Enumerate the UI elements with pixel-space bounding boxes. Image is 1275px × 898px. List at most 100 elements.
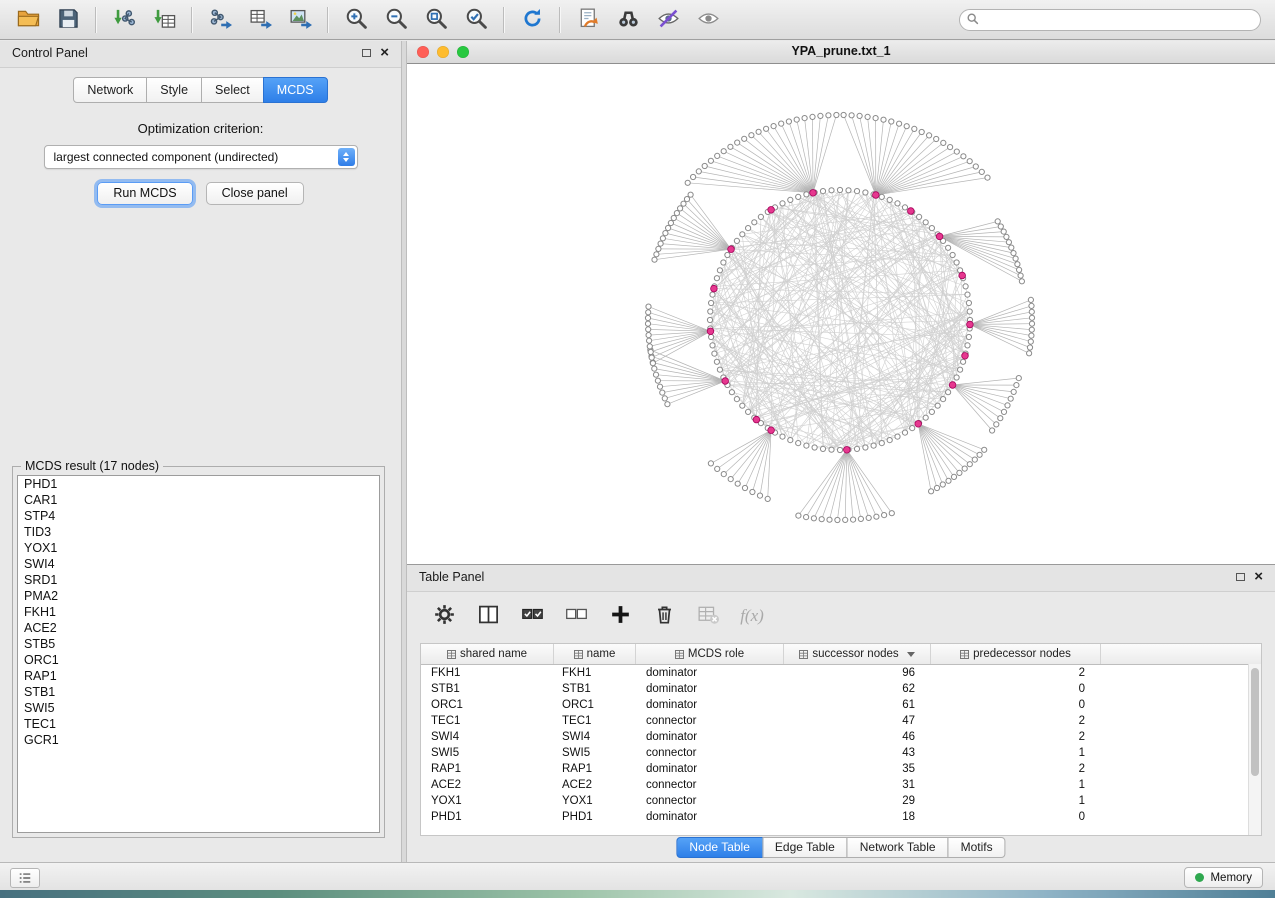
table-cell: RAP1 — [554, 763, 636, 775]
open-button[interactable] — [8, 3, 48, 37]
tab-network-table[interactable]: Network Table — [847, 837, 949, 858]
hide-selected-button[interactable] — [648, 3, 688, 37]
clipboard-share-button[interactable] — [568, 3, 608, 37]
list-item[interactable]: STB5 — [18, 636, 379, 652]
float-table-panel-icon[interactable] — [1236, 573, 1245, 581]
tab-node-table[interactable]: Node Table — [676, 837, 763, 858]
table-scrollbar[interactable] — [1248, 664, 1261, 835]
export-table-button[interactable] — [240, 3, 280, 37]
zoom-selected-button[interactable] — [456, 3, 496, 37]
table-row[interactable]: FKH1FKH1dominator962 — [421, 665, 1261, 681]
window-minimize-icon[interactable] — [437, 46, 449, 58]
tab-network[interactable]: Network — [73, 77, 147, 103]
list-item[interactable]: PHD1 — [18, 476, 379, 492]
column-header-MCDS-role[interactable]: MCDS role — [636, 644, 784, 664]
window-close-icon[interactable] — [417, 46, 429, 58]
search-network-button[interactable] — [608, 3, 648, 37]
function-icon: f(x) — [740, 606, 764, 626]
table-row[interactable]: RAP1RAP1dominator352 — [421, 761, 1261, 777]
list-item[interactable]: CAR1 — [18, 492, 379, 508]
list-item[interactable]: FKH1 — [18, 604, 379, 620]
column-header-shared-name[interactable]: shared name — [421, 644, 554, 664]
table-row[interactable]: YOX1YOX1connector291 — [421, 793, 1261, 809]
tab-motifs[interactable]: Motifs — [948, 837, 1006, 858]
float-panel-icon[interactable] — [362, 49, 371, 57]
table-row[interactable]: PHD1PHD1dominator180 — [421, 809, 1261, 825]
table-body: FKH1FKH1dominator962STB1STB1dominator620… — [421, 665, 1261, 825]
network-window: YPA_prune.txt_1 — [407, 41, 1275, 564]
column-label: name — [587, 648, 616, 660]
delete-button[interactable] — [651, 603, 677, 629]
search-input[interactable] — [959, 9, 1261, 31]
search-icon — [966, 12, 980, 31]
column-header-predecessor-nodes[interactable]: predecessor nodes — [931, 644, 1101, 664]
table-cell: connector — [636, 795, 784, 807]
add-button[interactable] — [607, 603, 633, 629]
show-all-button[interactable] — [688, 3, 728, 37]
table-row[interactable]: TEC1TEC1connector472 — [421, 713, 1261, 729]
column-button[interactable] — [475, 603, 501, 629]
tab-select[interactable]: Select — [201, 77, 264, 103]
memory-button[interactable]: Memory — [1184, 867, 1263, 888]
list-item[interactable]: SWI4 — [18, 556, 379, 572]
export-network-button[interactable] — [200, 3, 240, 37]
table-row[interactable]: STB1STB1dominator620 — [421, 681, 1261, 697]
table-cell: STB1 — [554, 683, 636, 695]
table-cell: SWI5 — [421, 747, 554, 759]
zoom-fit-button[interactable] — [416, 3, 456, 37]
list-item[interactable]: GCR1 — [18, 732, 379, 748]
table-header-row: shared name name MCDS role successor nodesp… — [421, 644, 1261, 665]
table-cell: TEC1 — [554, 715, 636, 727]
list-item[interactable]: YOX1 — [18, 540, 379, 556]
list-item[interactable]: TEC1 — [18, 716, 379, 732]
tab-style[interactable]: Style — [146, 77, 202, 103]
network-canvas-svg[interactable] — [407, 64, 1275, 565]
list-item[interactable]: PMA2 — [18, 588, 379, 604]
panel-menu-button[interactable] — [10, 868, 40, 888]
list-item[interactable]: STB1 — [18, 684, 379, 700]
list-item[interactable]: STP4 — [18, 508, 379, 524]
column-grid-icon — [799, 650, 808, 659]
close-panel-icon[interactable]: × — [380, 44, 389, 62]
column-header-successor-nodes[interactable]: successor nodes — [784, 644, 931, 664]
add-icon — [609, 603, 632, 629]
table-row[interactable]: ACE2ACE2connector311 — [421, 777, 1261, 793]
tab-mcds[interactable]: MCDS — [263, 77, 328, 103]
table-row[interactable]: ORC1ORC1dominator610 — [421, 697, 1261, 713]
list-item[interactable]: TID3 — [18, 524, 379, 540]
column-grid-icon — [447, 650, 456, 659]
select-unchecked-button[interactable] — [563, 603, 589, 629]
zoom-in-button[interactable] — [336, 3, 376, 37]
table-cell: 96 — [784, 667, 931, 679]
export-image-button[interactable] — [280, 3, 320, 37]
scrollbar-thumb[interactable] — [1251, 668, 1259, 776]
import-table-button[interactable] — [144, 3, 184, 37]
close-panel-button[interactable]: Close panel — [206, 182, 304, 205]
settings-gear-button[interactable] — [431, 603, 457, 629]
criterion-dropdown[interactable]: largest connected component (undirected) — [44, 145, 358, 169]
sort-descending-icon[interactable] — [907, 652, 915, 657]
list-item[interactable]: ORC1 — [18, 652, 379, 668]
tab-edge-table[interactable]: Edge Table — [762, 837, 848, 858]
table-row[interactable]: SWI4SWI4dominator462 — [421, 729, 1261, 745]
import-network-button[interactable] — [104, 3, 144, 37]
column-label: MCDS role — [688, 648, 744, 660]
run-mcds-button[interactable]: Run MCDS — [97, 182, 192, 205]
column-header-name[interactable]: name — [554, 644, 636, 664]
open-icon — [17, 7, 40, 33]
window-zoom-icon[interactable] — [457, 46, 469, 58]
zoom-out-button[interactable] — [376, 3, 416, 37]
close-table-panel-icon[interactable]: × — [1254, 568, 1263, 586]
table-row[interactable]: SWI5SWI5connector431 — [421, 745, 1261, 761]
table-cell: dominator — [636, 731, 784, 743]
list-item[interactable]: RAP1 — [18, 668, 379, 684]
mcds-result-list[interactable]: PHD1CAR1STP4TID3YOX1SWI4SRD1PMA2FKH1ACE2… — [17, 475, 380, 833]
table-cell: PHD1 — [554, 811, 636, 823]
table-panel-tabs: Node TableEdge TableNetwork TableMotifs — [676, 837, 1005, 858]
refresh-button[interactable] — [512, 3, 552, 37]
list-item[interactable]: SRD1 — [18, 572, 379, 588]
list-item[interactable]: ACE2 — [18, 620, 379, 636]
select-checked-button[interactable] — [519, 603, 545, 629]
save-button[interactable] — [48, 3, 88, 37]
list-item[interactable]: SWI5 — [18, 700, 379, 716]
